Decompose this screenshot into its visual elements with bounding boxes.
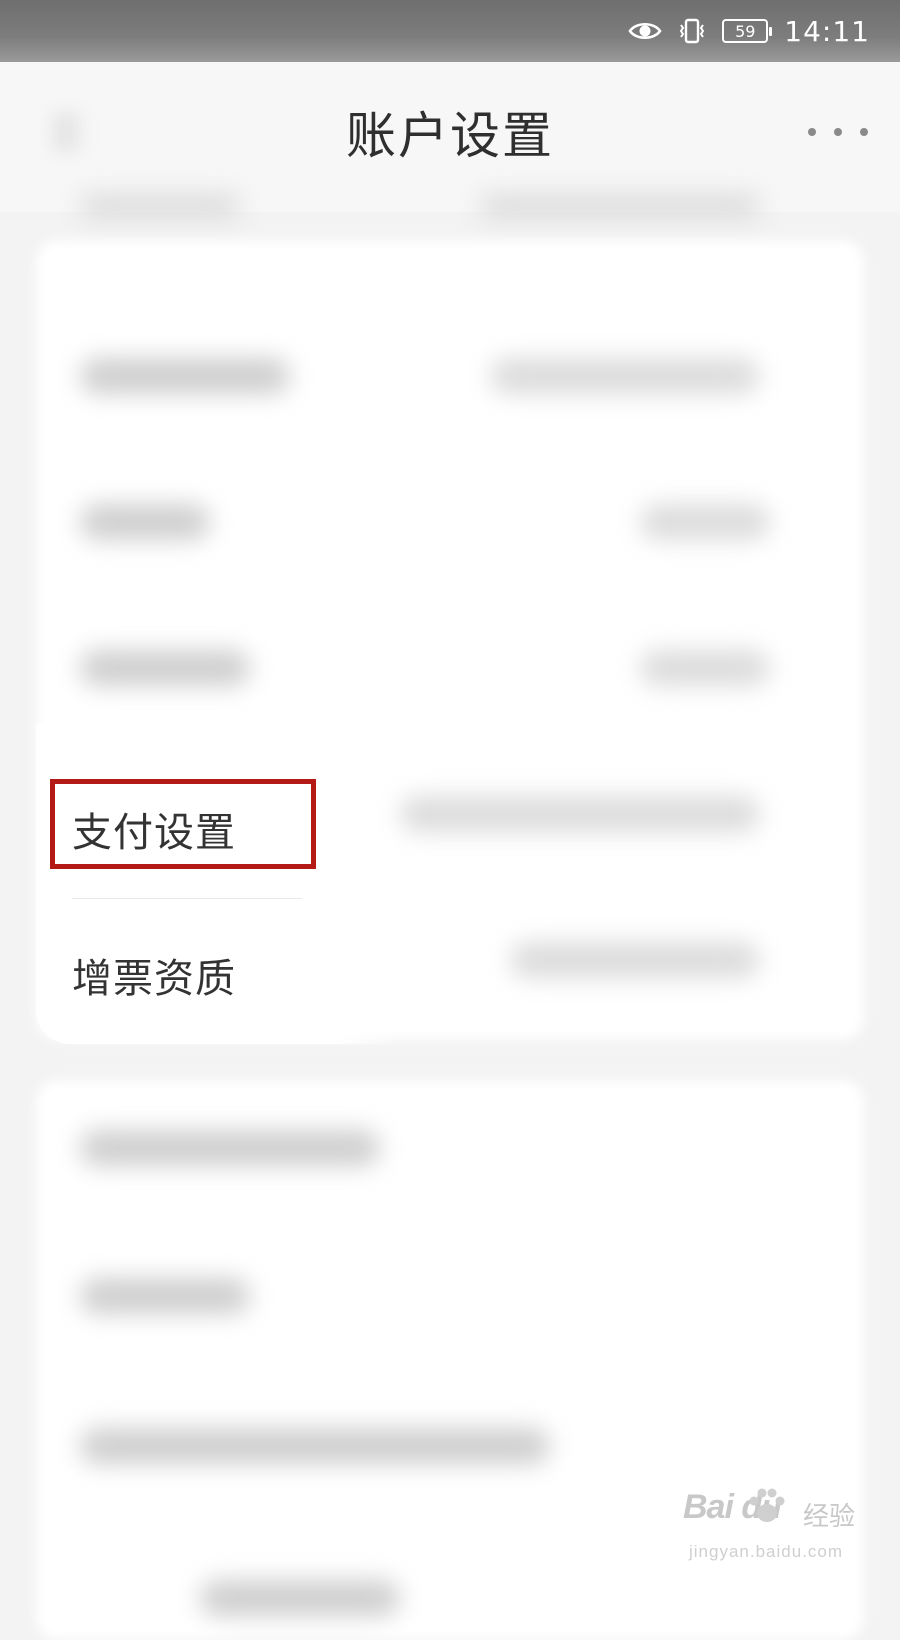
- status-time: 14:11: [784, 14, 870, 48]
- eye-icon: [628, 20, 662, 42]
- blurred-row-value: [510, 942, 760, 978]
- watermark-url: jingyan.baidu.com: [689, 1542, 844, 1561]
- battery-level: 59: [735, 21, 756, 41]
- status-icons: 59 14:11: [628, 12, 870, 50]
- menu-item-vat-invoice-qualification[interactable]: 增票资质: [72, 946, 236, 1004]
- blurred-row: [80, 1278, 250, 1314]
- blurred-row: [80, 358, 290, 394]
- blurred-row-value: [480, 194, 760, 218]
- blurred-row: [80, 504, 210, 540]
- status-bar: 59 14:11: [0, 0, 900, 62]
- blurred-row-value: [400, 796, 760, 832]
- blurred-row-value: [490, 358, 760, 394]
- blurred-row: [80, 650, 250, 686]
- vibrate-icon: [678, 17, 706, 45]
- watermark-brand-cn: 经验: [803, 1502, 856, 1532]
- blurred-row-value: [640, 650, 770, 686]
- blurred-row: [80, 1130, 380, 1166]
- divider: [72, 898, 302, 899]
- blurred-row: [200, 1580, 400, 1616]
- fade-overlay: [336, 724, 396, 1044]
- blurred-row: [80, 194, 240, 218]
- blurred-row-value: [640, 504, 770, 540]
- blurred-row: [80, 1428, 550, 1464]
- watermark: Bai du 经验 jingyan.baidu.com: [683, 1484, 858, 1574]
- page-title: 账户设置: [346, 107, 554, 165]
- battery-icon: 59: [722, 19, 773, 43]
- highlight-box: [50, 779, 316, 869]
- paw-icon: [745, 1484, 789, 1532]
- more-horizontal-icon[interactable]: [808, 120, 868, 144]
